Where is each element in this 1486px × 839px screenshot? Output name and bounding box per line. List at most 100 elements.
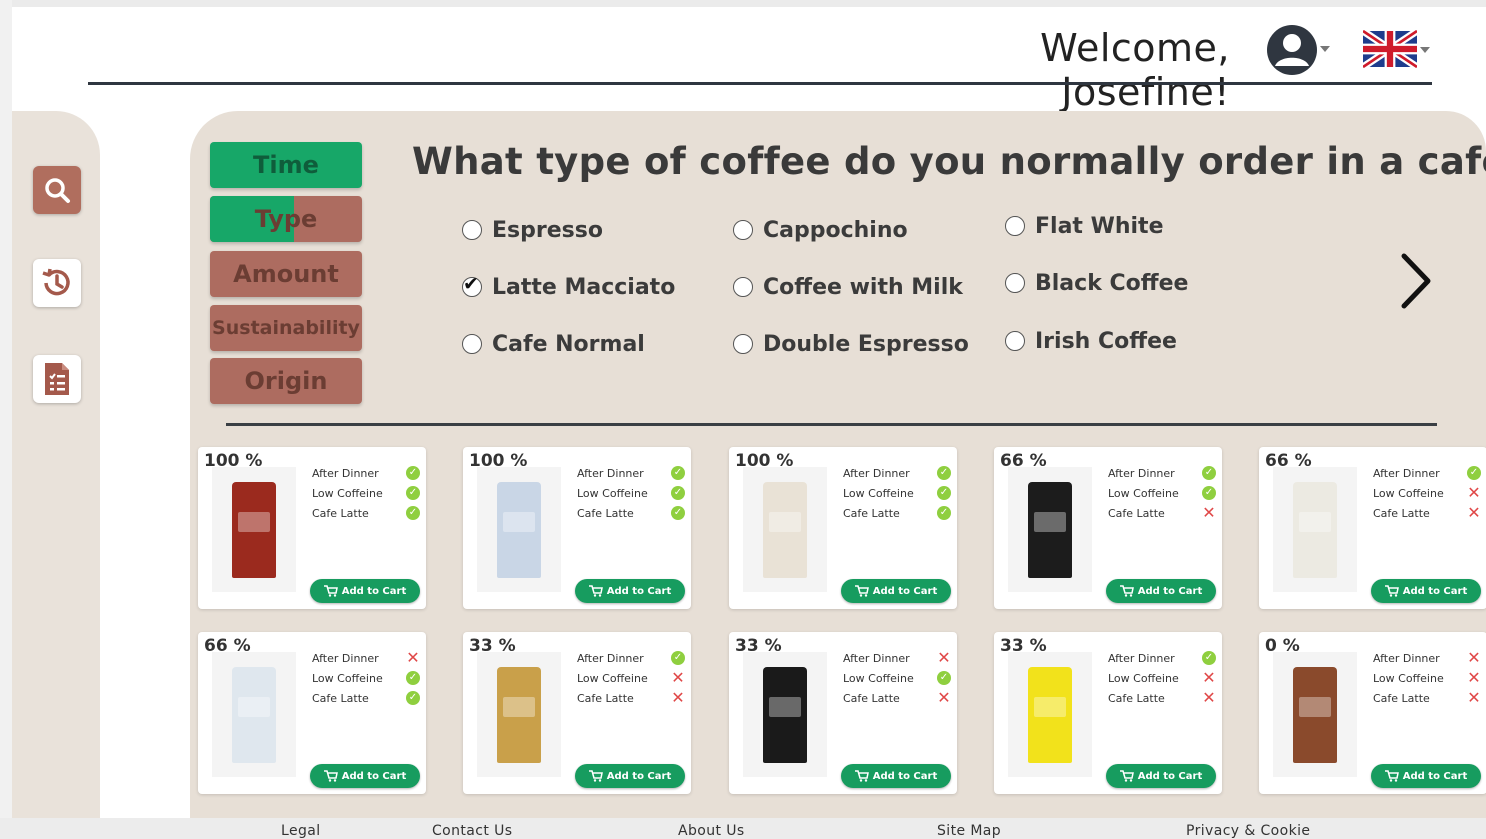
cross-icon: ✕: [1202, 668, 1216, 687]
check-icon: ✓: [671, 506, 685, 520]
cross-icon: ✕: [1467, 483, 1481, 502]
product-image[interactable]: [477, 652, 561, 777]
option-cappochino[interactable]: Cappochino: [733, 215, 908, 245]
cart-icon: [854, 585, 869, 597]
radio-button[interactable]: [733, 277, 753, 297]
attribute-label: After Dinner: [312, 466, 379, 480]
option-irish-coffee[interactable]: Irish Coffee: [1005, 326, 1177, 356]
check-icon: ✓: [1202, 486, 1216, 500]
footer-link-privacy-cookie[interactable]: Privacy & Cookie: [1186, 823, 1310, 839]
product-card[interactable]: 100 % After Dinner ✓ Low Coffeine ✓ Cafe Latt…: [729, 447, 957, 609]
tab-time[interactable]: Time: [210, 142, 362, 188]
option-cafe-normal[interactable]: Cafe Normal: [462, 329, 645, 359]
account-dropdown-caret-icon[interactable]: [1320, 46, 1330, 52]
product-image[interactable]: [743, 467, 827, 592]
add-to-cart-button[interactable]: Add to Cart: [841, 764, 951, 788]
option-latte-macciato[interactable]: Latte Macciato: [462, 272, 675, 302]
product-attributes: After Dinner ✓ Low Coffeine ✓ Cafe Latte ✕: [1108, 463, 1216, 523]
sidebar: [12, 111, 100, 821]
coffee-bag-image: [1028, 666, 1072, 763]
add-to-cart-button[interactable]: Add to Cart: [310, 579, 420, 603]
attribute-label: After Dinner: [1373, 466, 1440, 480]
radio-button[interactable]: [462, 334, 482, 354]
attribute-label: Low Coffeine: [1108, 486, 1179, 500]
coffee-bag-image: [1028, 481, 1072, 578]
sidebar-report-button[interactable]: [33, 355, 81, 403]
cross-icon: ✕: [1467, 668, 1481, 687]
product-image[interactable]: [477, 467, 561, 592]
add-to-cart-button[interactable]: Add to Cart: [575, 579, 685, 603]
product-attributes: After Dinner ✓ Low Coffeine ✕ Cafe Latte ✕: [1373, 463, 1481, 523]
radio-button[interactable]: [462, 220, 482, 240]
product-image[interactable]: [1273, 652, 1357, 777]
cart-icon: [323, 585, 338, 597]
product-card[interactable]: 100 % After Dinner ✓ Low Coffeine ✓ Cafe Latt…: [198, 447, 426, 609]
add-to-cart-label: Add to Cart: [1402, 770, 1468, 782]
welcome-message: Welcome, Josefine!: [1040, 26, 1230, 114]
option-coffee-with-milk[interactable]: Coffee with Milk: [733, 272, 963, 302]
product-image[interactable]: [212, 467, 296, 592]
coffee-bag-image: [763, 666, 807, 763]
add-to-cart-button[interactable]: Add to Cart: [1371, 579, 1481, 603]
product-card[interactable]: 33 % After Dinner ✓ Low Coffeine ✕ Cafe Latte…: [994, 632, 1222, 794]
attribute-label: Cafe Latte: [1373, 691, 1430, 705]
tab-type[interactable]: Type: [210, 196, 362, 242]
attribute-row: After Dinner ✓: [577, 648, 685, 668]
chevron-right-icon[interactable]: [1396, 250, 1436, 312]
cross-icon: ✕: [1202, 688, 1216, 707]
coffee-bag-image: [1293, 666, 1337, 763]
radio-button[interactable]: [1005, 331, 1025, 351]
add-to-cart-button[interactable]: Add to Cart: [841, 579, 951, 603]
product-card[interactable]: 0 % After Dinner ✕ Low Coffeine ✕ Cafe Latte ✕…: [1259, 632, 1486, 794]
product-card[interactable]: 33 % After Dinner ✓ Low Coffeine ✕ Cafe Latte…: [463, 632, 691, 794]
footer-link-site-map[interactable]: Site Map: [937, 823, 1001, 839]
product-image[interactable]: [1273, 467, 1357, 592]
check-icon: ✓: [1202, 651, 1216, 665]
sidebar-history-button[interactable]: [33, 259, 81, 307]
product-image[interactable]: [743, 652, 827, 777]
option-double-espresso[interactable]: Double Espresso: [733, 329, 969, 359]
radio-button[interactable]: [733, 220, 753, 240]
option-black-coffee[interactable]: Black Coffee: [1005, 268, 1188, 298]
attribute-row: After Dinner ✓: [1108, 648, 1216, 668]
add-to-cart-button[interactable]: Add to Cart: [1106, 764, 1216, 788]
user-circle-icon[interactable]: [1266, 24, 1318, 76]
product-card[interactable]: 66 % After Dinner ✓ Low Coffeine ✕ Cafe Latte…: [1259, 447, 1486, 609]
option-flat-white[interactable]: Flat White: [1005, 211, 1164, 241]
add-to-cart-button[interactable]: Add to Cart: [575, 764, 685, 788]
product-card[interactable]: 66 % After Dinner ✕ Low Coffeine ✓ Cafe Latte…: [198, 632, 426, 794]
attribute-row: Low Coffeine ✓: [1108, 483, 1216, 503]
footer-link-legal[interactable]: Legal: [281, 823, 321, 839]
product-card[interactable]: 33 % After Dinner ✕ Low Coffeine ✓ Cafe Latte…: [729, 632, 957, 794]
attribute-label: After Dinner: [312, 651, 379, 665]
attribute-row: After Dinner ✕: [312, 648, 420, 668]
radio-button-checked[interactable]: [462, 273, 482, 297]
product-card[interactable]: 66 % After Dinner ✓ Low Coffeine ✓ Cafe Latte…: [994, 447, 1222, 609]
radio-button[interactable]: [1005, 273, 1025, 293]
product-image[interactable]: [1008, 652, 1092, 777]
uk-flag-icon[interactable]: [1363, 30, 1417, 68]
sidebar-search-button[interactable]: [33, 166, 81, 214]
cross-icon: ✕: [671, 668, 685, 687]
tab-sustainability[interactable]: Sustainability: [210, 305, 362, 351]
add-to-cart-button[interactable]: Add to Cart: [1106, 579, 1216, 603]
language-dropdown-caret-icon[interactable]: [1420, 47, 1430, 53]
tab-amount[interactable]: Amount: [210, 251, 362, 297]
product-attributes: After Dinner ✓ Low Coffeine ✓ Cafe Latte ✓: [312, 463, 420, 523]
add-to-cart-button[interactable]: Add to Cart: [310, 764, 420, 788]
attribute-row: Cafe Latte ✕: [1108, 688, 1216, 708]
add-to-cart-button[interactable]: Add to Cart: [1371, 764, 1481, 788]
header-divider: [88, 82, 1432, 85]
radio-button[interactable]: [1005, 216, 1025, 236]
product-image[interactable]: [212, 652, 296, 777]
cross-icon: ✕: [937, 688, 951, 707]
footer-link-about-us[interactable]: About Us: [678, 823, 745, 839]
product-image[interactable]: [1008, 467, 1092, 592]
footer-link-contact-us[interactable]: Contact Us: [432, 823, 512, 839]
attribute-label: After Dinner: [843, 651, 910, 665]
product-card[interactable]: 100 % After Dinner ✓ Low Coffeine ✓ Cafe Latt…: [463, 447, 691, 609]
radio-button[interactable]: [733, 334, 753, 354]
tab-origin[interactable]: Origin: [210, 358, 362, 404]
attribute-row: After Dinner ✓: [843, 463, 951, 483]
option-espresso[interactable]: Espresso: [462, 215, 603, 245]
